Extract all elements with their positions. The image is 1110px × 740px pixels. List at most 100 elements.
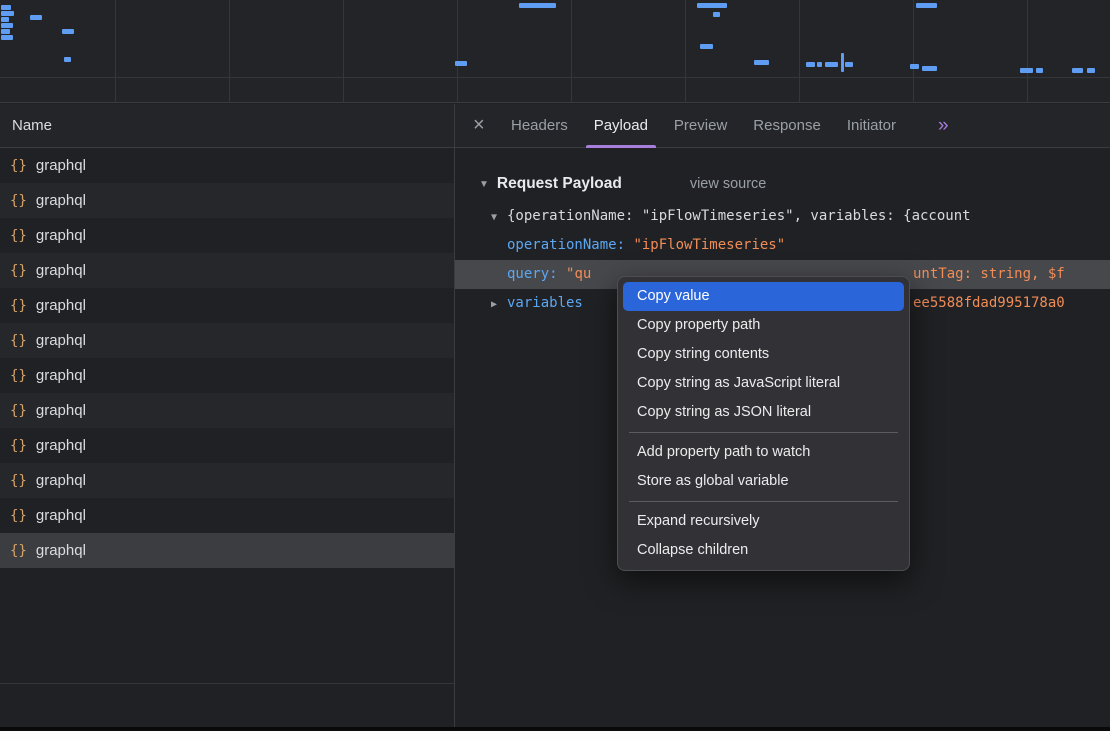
property-key: query:: [507, 266, 566, 282]
timeline-activity-bar: [922, 66, 937, 71]
timeline-activity-bar: [1, 29, 10, 34]
menu-item[interactable]: Collapse children: [623, 536, 904, 565]
tab-initiator[interactable]: Initiator: [845, 104, 898, 148]
request-row[interactable]: {}graphql: [0, 253, 454, 288]
menu-item[interactable]: Expand recursively: [623, 507, 904, 536]
view-source-link[interactable]: view source: [690, 176, 767, 192]
timeline-activity-bar: [1, 5, 11, 10]
details-tabbar: × Headers Payload Preview Response Initiator…: [455, 104, 1110, 148]
json-braces-icon: {}: [10, 543, 27, 559]
timeline-activity-bar: [916, 3, 937, 8]
json-braces-icon: {}: [10, 263, 27, 279]
property-key: variables: [507, 295, 583, 311]
menu-item[interactable]: Copy string as JSON literal: [623, 398, 904, 427]
network-overview[interactable]: [0, 0, 1110, 103]
timeline-activity-bar: [700, 44, 713, 49]
timeline-activity-bar: [1, 35, 13, 40]
menu-item[interactable]: Copy string as JavaScript literal: [623, 369, 904, 398]
request-row[interactable]: {} graphql: [0, 498, 454, 533]
timeline-activity-bar: [1020, 68, 1033, 73]
timeline-activity-bar: [1, 23, 13, 28]
request-name: graphql: [36, 542, 86, 559]
menu-separator: [629, 432, 898, 433]
menu-item[interactable]: Copy property path: [623, 311, 904, 340]
page-background-strip: [0, 731, 1110, 740]
menu-item[interactable]: Store as global variable: [623, 467, 904, 496]
request-name: graphql: [36, 192, 86, 209]
request-name: graphql: [36, 507, 86, 524]
tab-headers[interactable]: Headers: [509, 104, 570, 148]
timeline-activity-bar: [841, 53, 844, 72]
menu-item[interactable]: Add property path to watch: [623, 438, 904, 467]
context-menu: Copy valueCopy property pathCopy string …: [617, 276, 910, 571]
timeline-gridline: [457, 0, 458, 103]
timeline-activity-bar: [825, 62, 838, 67]
property-value-end: ee5588fdad995178a0: [913, 289, 1065, 318]
request-row[interactable]: {}graphql: [0, 358, 454, 393]
name-column-label: Name: [12, 117, 52, 134]
request-list: {} graphql {} graphql {} graphql {} graphql {} gr…: [0, 148, 454, 568]
menu-separator: [629, 501, 898, 502]
timeline-activity-bar: [455, 61, 467, 66]
request-row[interactable]: {} graphql: [0, 288, 454, 323]
tab-preview[interactable]: Preview: [672, 104, 729, 148]
request-name: graphql: [36, 437, 86, 454]
timeline-activity-bar: [64, 57, 71, 62]
json-braces-icon: {}: [10, 193, 27, 209]
property-key: operationName:: [507, 237, 633, 253]
timeline-activity-bar: [30, 15, 42, 20]
object-preview: {operationName: "ipFlowTimeseries", vari…: [507, 208, 971, 224]
collapse-triangle-icon[interactable]: ▼: [479, 179, 489, 190]
request-payload-section-header[interactable]: ▼ Request Payload view source: [455, 148, 1110, 202]
request-row[interactable]: {} graphql: [0, 533, 454, 568]
request-name: graphql: [36, 157, 86, 174]
request-name: graphql: [36, 297, 86, 314]
property-value-end: untTag: string, $f: [913, 260, 1065, 289]
timeline-activity-bar: [62, 29, 74, 34]
devtools-network-panel: Name {}graphql{}graphql{}graphql{}graphq…: [0, 0, 1110, 740]
timeline-activity-bar: [910, 64, 919, 69]
request-name: graphql: [36, 227, 86, 244]
request-row[interactable]: {}graphql: [0, 323, 454, 358]
request-row[interactable]: {}graphql: [0, 463, 454, 498]
tab-payload[interactable]: Payload: [592, 104, 650, 148]
request-row[interactable]: {}graphql: [0, 148, 454, 183]
timeline-activity-bar: [1036, 68, 1043, 73]
timeline-gridline: [685, 0, 686, 103]
timeline-activity-bar: [713, 12, 720, 17]
request-name: graphql: [36, 402, 86, 419]
json-braces-icon: {}: [10, 508, 27, 524]
menu-item[interactable]: Copy value: [623, 282, 904, 311]
timeline-activity-bar: [1, 11, 14, 16]
request-row[interactable]: {}graphql: [0, 428, 454, 463]
tab-response[interactable]: Response: [751, 104, 823, 148]
json-braces-icon: {}: [10, 298, 27, 314]
request-row[interactable]: {}graphql: [0, 218, 454, 253]
payload-row-preview[interactable]: ▼{operationName: "ipFlowTimeseries", var…: [455, 202, 1110, 231]
request-name: graphql: [36, 332, 86, 349]
close-icon[interactable]: ×: [473, 114, 509, 137]
timeline-gridline: [229, 0, 230, 103]
timeline-activity-bar: [817, 62, 822, 67]
menu-item[interactable]: Copy string contents: [623, 340, 904, 369]
timeline-activity-bar: [806, 62, 815, 67]
json-braces-icon: {}: [10, 473, 27, 489]
name-column-header[interactable]: Name: [0, 104, 454, 148]
request-row[interactable]: {} graphql: [0, 393, 454, 428]
property-value-start: "qu: [566, 266, 591, 282]
timeline-gridline: [913, 0, 914, 103]
more-tabs-icon[interactable]: »: [938, 115, 947, 137]
timeline-activity-bar: [697, 3, 727, 8]
expand-triangle-icon[interactable]: ▶: [491, 290, 507, 318]
collapse-triangle-icon[interactable]: ▼: [491, 203, 507, 231]
timeline-gridline: [571, 0, 572, 103]
timeline-activity-bar: [519, 3, 556, 8]
json-braces-icon: {}: [10, 403, 27, 419]
detail-tabs: Headers Payload Preview Response Initiator: [509, 104, 920, 148]
overview-divider: [0, 77, 1110, 78]
timeline-activity-bar: [1087, 68, 1095, 73]
timeline-activity-bar: [1072, 68, 1083, 73]
request-row[interactable]: {} graphql: [0, 183, 454, 218]
payload-row-operation-name[interactable]: operationName: "ipFlowTimeseries": [455, 231, 1110, 260]
timeline-gridline: [115, 0, 116, 103]
